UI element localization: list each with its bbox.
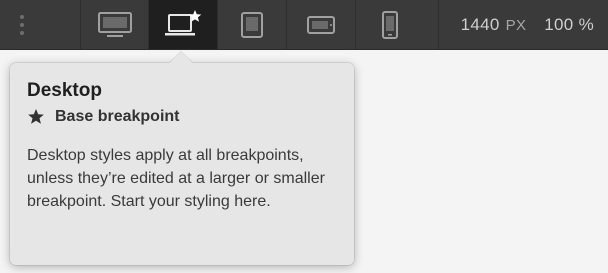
drag-handle-icon xyxy=(20,14,24,35)
phone-icon xyxy=(382,10,398,39)
breakpoint-desktop-large-button[interactable] xyxy=(80,0,148,49)
tablet-landscape-icon xyxy=(307,15,335,34)
toolbar-drag-handle[interactable] xyxy=(0,0,80,49)
canvas-width-unit: PX xyxy=(505,16,527,34)
breakpoint-tooltip: Desktop Base breakpoint Desktop styles a… xyxy=(10,51,354,265)
breakpoint-tablet-landscape-button[interactable] xyxy=(286,0,355,49)
zoom-readout[interactable]: 100 % xyxy=(544,15,594,35)
laptop-star-icon xyxy=(165,9,202,35)
desktop-icon xyxy=(97,11,132,37)
breakpoint-phone-button[interactable] xyxy=(355,0,424,49)
tablet-icon xyxy=(241,11,263,38)
tooltip-body: Desktop styles apply at all breakpoints,… xyxy=(27,147,325,210)
breakpoint-tablet-button[interactable] xyxy=(217,0,286,49)
canvas-width-value: 1440 xyxy=(460,14,500,34)
star-icon xyxy=(28,109,44,124)
breakpoint-toolbar: 1440 PX 100 % xyxy=(0,0,608,50)
canvas-width-readout[interactable]: 1440 PX xyxy=(461,15,527,35)
tooltip-subtitle: Base breakpoint xyxy=(55,108,180,125)
tooltip-title: Desktop xyxy=(27,80,102,101)
breakpoint-base-desktop-button[interactable] xyxy=(148,0,217,49)
canvas-readout: 1440 PX 100 % xyxy=(437,0,608,49)
tooltip-subtitle-row: Base breakpoint xyxy=(27,106,337,128)
